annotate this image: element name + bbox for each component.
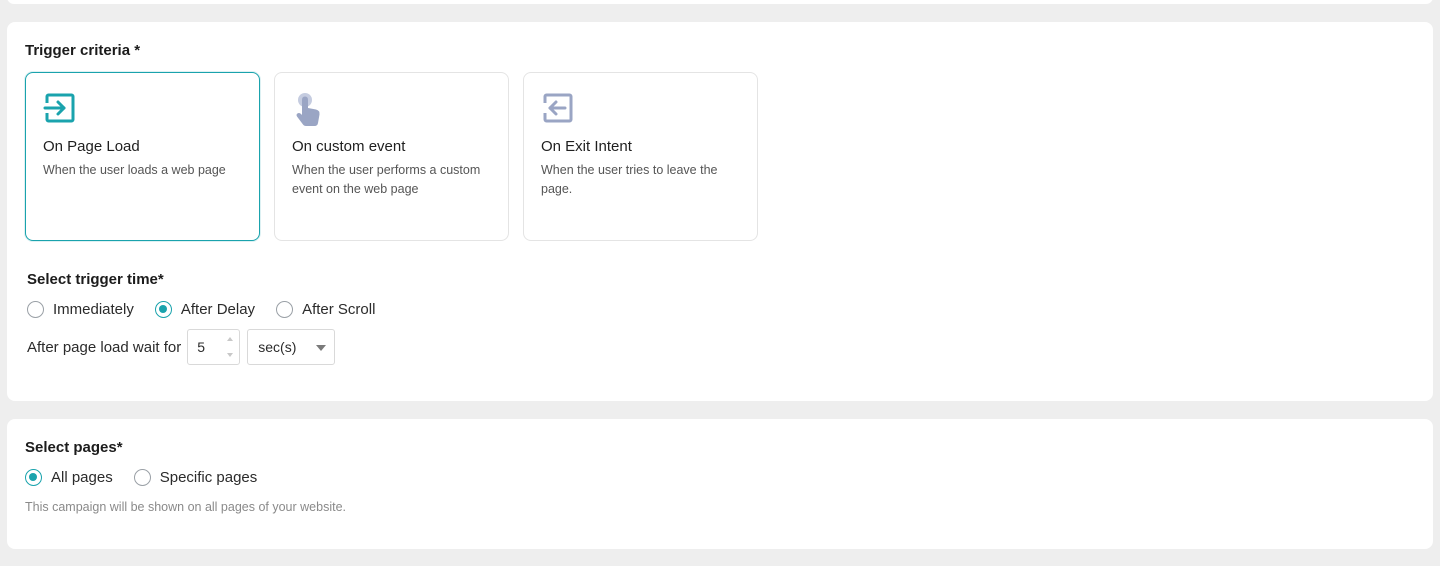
tap-hand-icon [292,92,326,128]
radio-immediately[interactable]: Immediately [27,301,134,318]
select-pages-panel: Select pages* All pages Specific pages T… [7,419,1433,549]
page-enter-icon [43,92,77,128]
increment-arrow-icon[interactable] [227,337,234,341]
chevron-down-icon [316,345,327,351]
card-title: On custom event [292,138,406,155]
radio-button[interactable] [276,301,294,318]
card-description: When the user tries to leave the page. [541,163,718,196]
exit-intent-icon [541,92,575,128]
radio-label: After Scroll [302,301,376,318]
radio-button[interactable] [25,469,42,486]
trigger-criteria-title: Trigger criteria * [25,42,141,59]
select-value: sec(s) [258,339,297,355]
radio-button[interactable] [133,469,151,486]
wait-unit-select[interactable]: sec(s) [247,329,336,365]
pages-help-text: This campaign will be shown on all pages… [25,500,347,514]
radio-label: All pages [51,469,113,486]
previous-section-panel [7,0,1433,4]
trigger-card-exit-intent[interactable]: On Exit Intent When the user tries to le… [523,72,758,241]
wait-time-row: After page load wait for sec(s) [27,329,336,365]
trigger-card-page-load[interactable]: On Page Load When the user loads a web p… [25,72,260,241]
radio-button[interactable] [154,301,172,318]
pages-radio-group: All pages Specific pages [25,469,278,486]
wait-value-stepper[interactable] [187,329,241,365]
select-pages-title: Select pages* [25,439,123,456]
radio-label: After Delay [180,301,256,318]
radio-label: Specific pages [159,469,258,486]
card-title: On Exit Intent [541,138,632,155]
trigger-criteria-panel: Trigger criteria * On Page Load When the… [7,22,1433,401]
radio-all-pages[interactable]: All pages [25,469,113,486]
decrement-arrow-icon[interactable] [227,353,234,357]
radio-label: Immediately [53,301,134,318]
wait-value-input[interactable] [188,330,225,364]
card-description: When the user loads a web page [43,163,226,177]
radio-specific-pages[interactable]: Specific pages [133,469,258,486]
stepper-arrows[interactable] [225,337,235,357]
trigger-time-title: Select trigger time* [27,271,164,288]
card-description: When the user performs a custom event on… [292,163,481,196]
trigger-time-radio-group: Immediately After Delay After Scroll [27,301,396,318]
radio-button[interactable] [27,301,44,318]
radio-after-delay[interactable]: After Delay [154,301,256,318]
wait-label: After page load wait for [27,338,182,356]
radio-after-scroll[interactable]: After Scroll [276,301,375,318]
trigger-card-custom-event[interactable]: On custom event When the user performs a… [274,72,509,241]
card-title: On Page Load [43,138,140,155]
